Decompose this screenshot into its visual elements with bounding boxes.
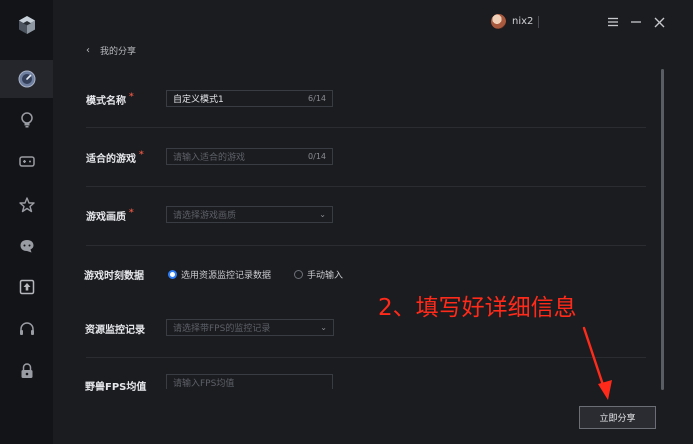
chevron-down-icon: ⌄ <box>319 210 326 219</box>
radio-manual-label: 手动输入 <box>307 271 344 281</box>
breadcrumb[interactable]: ‹ 我的分享 <box>86 44 136 57</box>
mode-name-input[interactable]: 自定义模式1 6/14 <box>166 90 333 107</box>
menu-icon <box>608 17 618 27</box>
back-arrow-icon[interactable]: ‹ <box>86 45 90 56</box>
sidebar-item-share[interactable] <box>0 268 53 306</box>
monitor-placeholder: 请选择带FPS的监控记录 <box>173 324 271 334</box>
sidebar-item-games[interactable] <box>0 142 53 180</box>
close-button[interactable] <box>650 12 668 32</box>
menu-button[interactable] <box>604 12 622 32</box>
lock-icon <box>21 363 32 378</box>
scrollbar-thumb[interactable] <box>661 69 664 390</box>
game-count: 0/14 <box>308 152 326 161</box>
sidebar-item-favorites[interactable] <box>0 186 53 224</box>
username: nix2 <box>512 16 534 27</box>
user-profile[interactable]: nix2 <box>491 14 533 29</box>
sidebar <box>0 0 53 444</box>
form-row-quality: 游戏画质 * 请选择游戏画质 ⌄ <box>86 206 646 224</box>
game-label: 适合的游戏 * <box>86 150 144 165</box>
row-divider <box>86 357 646 358</box>
mode-name-label: 模式名称 * <box>86 92 134 107</box>
titlebar-divider <box>538 16 539 28</box>
close-icon <box>654 17 664 27</box>
form-row-game: 适合的游戏 * 请输入适合的游戏 0/14 <box>86 148 646 166</box>
star-icon <box>18 197 35 213</box>
gamepad-icon <box>18 156 35 167</box>
row-divider <box>86 186 646 187</box>
sidebar-item-support[interactable] <box>0 310 53 348</box>
quality-select[interactable]: 请选择游戏画质 ⌄ <box>166 206 333 223</box>
bulb-icon <box>20 112 33 128</box>
row-divider <box>86 245 646 246</box>
form-row-fps: 野兽FPS均值 请输入FPS均值 <box>85 374 646 393</box>
headset-icon <box>19 322 34 335</box>
title-bar <box>53 0 693 44</box>
quality-placeholder: 请选择游戏画质 <box>173 211 237 221</box>
minimize-icon <box>631 21 641 23</box>
sidebar-item-tips[interactable] <box>0 101 53 139</box>
radio-selected-icon <box>168 270 177 279</box>
form-row-timing: 游戏时刻数据 选用资源监控记录数据 手动输入 <box>84 265 646 283</box>
share-now-button[interactable]: 立即分享 <box>579 406 656 429</box>
minimize-button[interactable] <box>627 12 645 32</box>
required-mark: * <box>139 150 144 160</box>
fps-input[interactable]: 请输入FPS均值 <box>166 374 333 389</box>
radio-unselected-icon <box>294 270 303 279</box>
game-placeholder: 请输入适合的游戏 <box>173 153 246 163</box>
row-divider <box>86 127 646 128</box>
breadcrumb-label: 我的分享 <box>100 47 137 57</box>
fps-label: 野兽FPS均值 <box>85 382 147 393</box>
fps-placeholder: 请输入FPS均值 <box>173 378 235 389</box>
logo-cube-icon <box>18 16 35 34</box>
monitor-label: 资源监控记录 <box>85 325 145 336</box>
mode-name-value: 自定义模式1 <box>173 95 224 105</box>
chat-icon <box>20 240 33 253</box>
radio-manual[interactable]: 手动输入 <box>294 268 343 281</box>
avatar <box>491 14 506 29</box>
monitor-select[interactable]: 请选择带FPS的监控记录 ⌄ <box>166 319 334 336</box>
required-mark: * <box>129 92 134 102</box>
required-mark: * <box>129 208 134 218</box>
sidebar-item-lock[interactable] <box>0 352 53 390</box>
form-row-mode-name: 模式名称 * 自定义模式1 6/14 <box>86 90 646 108</box>
radio-monitor[interactable]: 选用资源监控记录数据 <box>168 268 271 281</box>
annotation-text: 2、填写好详细信息 <box>378 295 577 321</box>
annotation-arrow-icon <box>582 326 612 400</box>
quality-label: 游戏画质 * <box>86 208 134 223</box>
timing-label: 游戏时刻数据 <box>84 271 144 282</box>
app-logo <box>0 6 53 44</box>
gauge-icon <box>18 70 35 88</box>
game-input[interactable]: 请输入适合的游戏 0/14 <box>166 148 333 165</box>
sidebar-item-community[interactable] <box>0 227 53 265</box>
radio-monitor-label: 选用资源监控记录数据 <box>181 271 272 281</box>
mode-name-count: 6/14 <box>308 94 326 103</box>
chevron-down-icon: ⌄ <box>320 323 327 332</box>
scrollbar[interactable] <box>661 69 664 390</box>
upload-icon <box>19 279 34 295</box>
sidebar-item-performance[interactable] <box>0 60 53 98</box>
